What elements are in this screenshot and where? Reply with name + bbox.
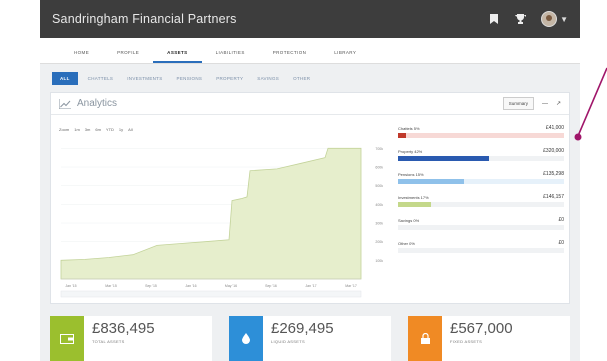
annotation-callout <box>574 67 607 141</box>
callout-dot <box>574 133 582 141</box>
callout-line <box>577 67 607 137</box>
